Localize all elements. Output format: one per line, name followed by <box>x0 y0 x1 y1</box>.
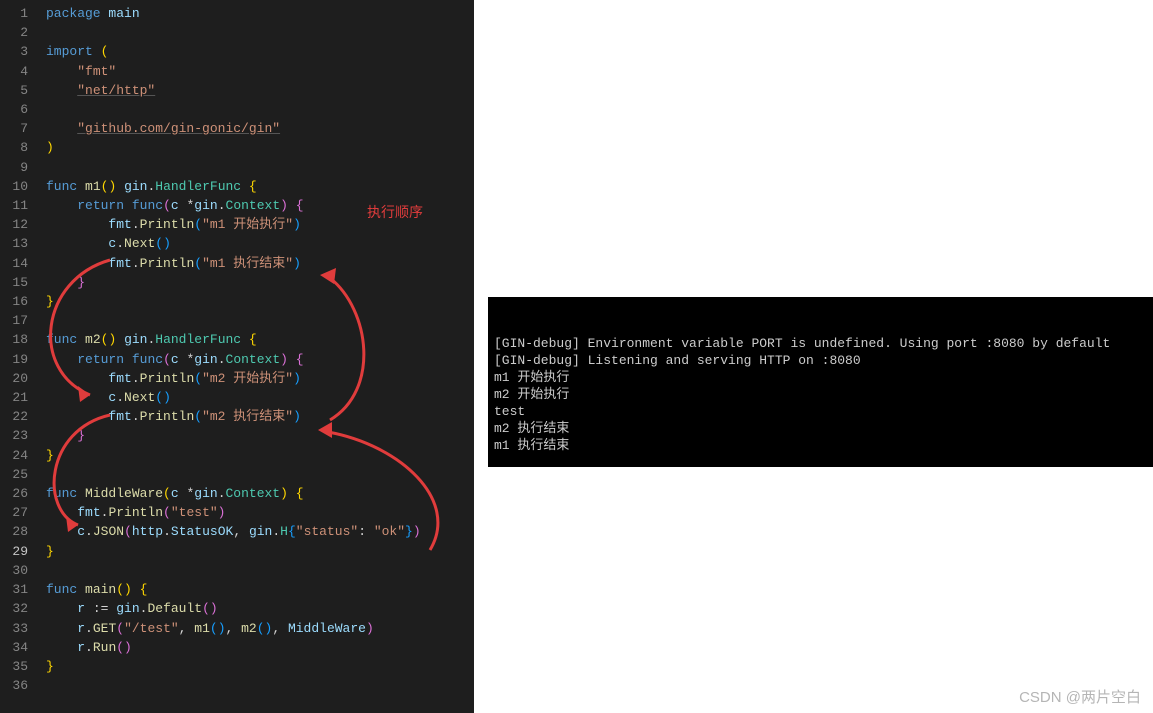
watermark: CSDN @两片空白 <box>1019 686 1141 707</box>
code-line[interactable]: "fmt" <box>46 62 421 81</box>
line-number: 14 <box>0 254 38 273</box>
line-number: 2 <box>0 23 38 42</box>
line-number: 6 <box>0 100 38 119</box>
line-number: 29 <box>0 542 38 561</box>
line-number: 8 <box>0 138 38 157</box>
line-number: 27 <box>0 503 38 522</box>
terminal-line: m1 开始执行 <box>494 369 1147 386</box>
line-number: 3 <box>0 42 38 61</box>
line-number: 21 <box>0 388 38 407</box>
line-number: 13 <box>0 234 38 253</box>
code-line[interactable]: r.GET("/test", m1(), m2(), MiddleWare) <box>46 619 421 638</box>
code-line[interactable]: fmt.Println("m2 执行结束") <box>46 407 421 426</box>
code-area[interactable]: package main import ( "fmt" "net/http" "… <box>46 4 421 695</box>
terminal-line: m2 执行结束 <box>494 420 1147 437</box>
code-line[interactable]: fmt.Println("m1 执行结束") <box>46 254 421 273</box>
code-line[interactable] <box>46 311 421 330</box>
code-line[interactable]: ) <box>46 138 421 157</box>
code-line[interactable] <box>46 676 421 695</box>
code-line[interactable] <box>46 465 421 484</box>
line-number: 33 <box>0 619 38 638</box>
code-line[interactable]: c.JSON(http.StatusOK, gin.H{"status": "o… <box>46 522 421 541</box>
line-number: 23 <box>0 426 38 445</box>
code-line[interactable]: } <box>46 657 421 676</box>
line-number: 7 <box>0 119 38 138</box>
code-line[interactable]: c.Next() <box>46 234 421 253</box>
line-number: 20 <box>0 369 38 388</box>
line-number: 5 <box>0 81 38 100</box>
line-number: 17 <box>0 311 38 330</box>
terminal-panel[interactable]: [GIN-debug] Environment variable PORT is… <box>488 297 1153 467</box>
line-number: 32 <box>0 599 38 618</box>
terminal-line: [GIN-debug] Listening and serving HTTP o… <box>494 352 1147 369</box>
code-line[interactable]: } <box>46 273 421 292</box>
code-line[interactable] <box>46 23 421 42</box>
code-line[interactable]: fmt.Println("test") <box>46 503 421 522</box>
code-line[interactable]: package main <box>46 4 421 23</box>
code-line[interactable]: import ( <box>46 42 421 61</box>
line-number: 11 <box>0 196 38 215</box>
line-number: 28 <box>0 522 38 541</box>
code-line[interactable]: func m1() gin.HandlerFunc { <box>46 177 421 196</box>
line-number: 36 <box>0 676 38 695</box>
code-line[interactable]: func main() { <box>46 580 421 599</box>
code-line[interactable]: "github.com/gin-gonic/gin" <box>46 119 421 138</box>
code-line[interactable] <box>46 158 421 177</box>
line-number: 10 <box>0 177 38 196</box>
line-number: 18 <box>0 330 38 349</box>
terminal-line: test <box>494 403 1147 420</box>
code-editor-panel: 1234567891011121314151617181920212223242… <box>0 0 474 713</box>
code-line[interactable]: fmt.Println("m1 开始执行") <box>46 215 421 234</box>
line-number: 24 <box>0 446 38 465</box>
code-line[interactable]: r := gin.Default() <box>46 599 421 618</box>
line-number: 4 <box>0 62 38 81</box>
annotation-label: 执行顺序 <box>367 202 423 222</box>
terminal-line: m1 执行结束 <box>494 437 1147 454</box>
terminal-output: [GIN-debug] Environment variable PORT is… <box>494 335 1147 454</box>
code-line[interactable]: func MiddleWare(c *gin.Context) { <box>46 484 421 503</box>
code-line[interactable]: "net/http" <box>46 81 421 100</box>
line-number: 22 <box>0 407 38 426</box>
line-number: 26 <box>0 484 38 503</box>
code-line[interactable]: return func(c *gin.Context) { <box>46 196 421 215</box>
code-line[interactable] <box>46 100 421 119</box>
code-line[interactable]: c.Next() <box>46 388 421 407</box>
line-number-gutter: 1234567891011121314151617181920212223242… <box>0 0 38 695</box>
code-line[interactable]: r.Run() <box>46 638 421 657</box>
line-number: 25 <box>0 465 38 484</box>
code-line[interactable]: } <box>46 446 421 465</box>
code-line[interactable]: func m2() gin.HandlerFunc { <box>46 330 421 349</box>
code-line[interactable] <box>46 561 421 580</box>
line-number: 30 <box>0 561 38 580</box>
line-number: 16 <box>0 292 38 311</box>
line-number: 31 <box>0 580 38 599</box>
line-number: 12 <box>0 215 38 234</box>
line-number: 35 <box>0 657 38 676</box>
code-line[interactable]: fmt.Println("m2 开始执行") <box>46 369 421 388</box>
line-number: 9 <box>0 158 38 177</box>
code-line[interactable]: return func(c *gin.Context) { <box>46 350 421 369</box>
line-number: 15 <box>0 273 38 292</box>
line-number: 1 <box>0 4 38 23</box>
terminal-line: m2 开始执行 <box>494 386 1147 403</box>
terminal-line: [GIN-debug] Environment variable PORT is… <box>494 335 1147 352</box>
code-line[interactable]: } <box>46 292 421 311</box>
code-line[interactable]: } <box>46 542 421 561</box>
line-number: 19 <box>0 350 38 369</box>
code-line[interactable]: } <box>46 426 421 445</box>
line-number: 34 <box>0 638 38 657</box>
